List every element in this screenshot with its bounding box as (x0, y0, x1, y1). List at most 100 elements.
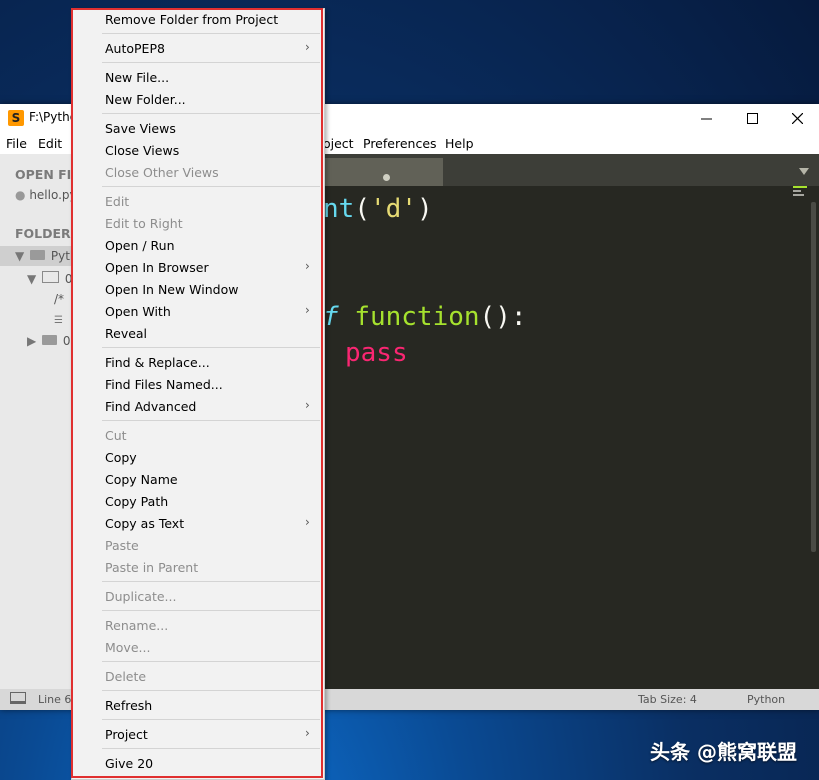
subfolder-item[interactable]: ▶ 0 (27, 334, 71, 348)
expand-triangle-icon: ▼ (27, 272, 37, 286)
subfolder-label: 0 (62, 334, 71, 348)
code-signature: (): (479, 302, 527, 332)
menu-file[interactable]: File (6, 136, 27, 151)
maximize-icon (747, 112, 758, 124)
code-paren: ) (416, 194, 433, 224)
menu-separator (102, 62, 320, 63)
console-toggle-icon[interactable] (10, 692, 26, 707)
minimize-icon (701, 118, 712, 119)
vertical-scrollbar[interactable] (811, 202, 816, 552)
minimap[interactable] (793, 186, 807, 198)
code-function-call: nt (323, 194, 355, 224)
code-keyword-pass: pass (345, 338, 408, 368)
unsaved-dot-icon (383, 174, 390, 181)
menu-item-copy-name[interactable]: Copy Name (105, 472, 178, 487)
file-item[interactable]: ☰ (54, 312, 63, 326)
submenu-chevron-icon: › (305, 40, 310, 54)
menu-separator (102, 661, 320, 662)
editor-tab[interactable] (323, 158, 443, 186)
subfolder-item[interactable]: ▼ 0 (27, 271, 73, 286)
menu-item-find-replace[interactable]: Find & Replace... (105, 355, 210, 370)
menu-item-close-other-views: Close Other Views (105, 165, 219, 180)
submenu-chevron-icon: › (305, 259, 310, 273)
menu-item-new-folder[interactable]: New Folder... (105, 92, 186, 107)
menu-item-move: Move... (105, 640, 151, 655)
menu-separator (102, 581, 320, 582)
menu-item-copy-path[interactable]: Copy Path (105, 494, 168, 509)
sublime-app-icon: S (8, 110, 24, 126)
menu-separator (102, 347, 320, 348)
menu-separator (102, 748, 320, 749)
code-line-1: nt('d') (323, 194, 433, 224)
file-label: /* (54, 292, 65, 306)
menu-help[interactable]: Help (445, 136, 474, 151)
code-line-3: pass (345, 338, 408, 368)
menu-item-cut: Cut (105, 428, 127, 443)
menu-item-new-file[interactable]: New File... (105, 70, 169, 85)
maximize-button[interactable] (730, 104, 775, 132)
menu-item-paste-in-parent: Paste in Parent (105, 560, 199, 575)
minimize-button[interactable] (684, 104, 729, 132)
open-file-label: hello.py (29, 188, 77, 202)
menu-preferences[interactable]: Preferences (363, 136, 437, 151)
root-folder-item[interactable]: ▼ Pyth (15, 249, 78, 263)
menu-item-copy-as-text[interactable]: Copy as Text (105, 516, 184, 531)
open-file-item[interactable]: ● hello.py (15, 188, 77, 202)
menu-item-reveal[interactable]: Reveal (105, 326, 147, 341)
menu-item-find-files-named[interactable]: Find Files Named... (105, 377, 223, 392)
menu-item-refresh[interactable]: Refresh (105, 698, 152, 713)
menu-item-save-views[interactable]: Save Views (105, 121, 176, 136)
expand-triangle-icon: ▼ (15, 249, 25, 263)
menu-item-find-advanced[interactable]: Find Advanced (105, 399, 196, 414)
syntax-selector[interactable]: Python (747, 693, 785, 706)
menu-item-open-in-new-window[interactable]: Open In New Window (105, 282, 238, 297)
tab-size-selector[interactable]: Tab Size: 4 (638, 693, 697, 706)
menu-separator (102, 186, 320, 187)
submenu-chevron-icon: › (305, 515, 310, 529)
menu-separator (102, 690, 320, 691)
close-button[interactable] (775, 104, 819, 132)
submenu-chevron-icon: › (305, 303, 310, 317)
folders-header: FOLDERS (15, 226, 80, 241)
close-icon (792, 112, 803, 124)
menu-separator (102, 113, 320, 114)
menu-item-close-views[interactable]: Close Views (105, 143, 179, 158)
menu-item-copy[interactable]: Copy (105, 450, 137, 465)
text-file-icon: ☰ (54, 315, 63, 326)
menu-item-open-run[interactable]: Open / Run (105, 238, 175, 253)
code-editor[interactable]: nt('d') f function(): pass (323, 154, 819, 689)
open-files-header: OPEN FIL (15, 167, 80, 182)
menu-separator (102, 719, 320, 720)
menu-item-duplicate: Duplicate... (105, 589, 177, 604)
file-item[interactable]: /* (54, 292, 64, 306)
menu-item-give[interactable]: Give 20 (105, 756, 153, 771)
context-menu: Remove Folder from Project AutoPEP8 › Ne… (71, 8, 325, 780)
code-paren: ( (354, 194, 370, 224)
tab-bar (323, 154, 819, 186)
menu-item-open-with[interactable]: Open With (105, 304, 171, 319)
menu-separator (102, 420, 320, 421)
folder-icon (42, 335, 58, 345)
menu-item-edit: Edit (105, 194, 130, 209)
menu-edit[interactable]: Edit (38, 136, 62, 151)
watermark-text: 头条 @熊窝联盟 (650, 740, 797, 764)
bullet-icon: ● (15, 188, 26, 202)
menu-separator (102, 33, 320, 34)
menu-item-open-in-browser[interactable]: Open In Browser (105, 260, 209, 275)
menu-project[interactable]: oject (323, 136, 354, 151)
menu-item-delete: Delete (105, 669, 147, 684)
menu-item-autopep8[interactable]: AutoPEP8 (105, 41, 165, 56)
menu-separator (102, 610, 320, 611)
folder-icon (30, 250, 46, 260)
collapse-triangle-icon: ▶ (27, 334, 37, 348)
menu-item-project[interactable]: Project (105, 727, 148, 742)
submenu-chevron-icon: › (305, 398, 310, 412)
menu-item-rename: Rename... (105, 618, 169, 633)
menu-item-edit-to-right: Edit to Right (105, 216, 183, 231)
menu-item-paste: Paste (105, 538, 139, 553)
cursor-position: Line 6, (38, 693, 75, 706)
submenu-chevron-icon: › (305, 726, 310, 740)
window-title: F:\Pytho (29, 110, 78, 124)
tab-dropdown-icon[interactable] (799, 168, 809, 175)
menu-item-remove-folder[interactable]: Remove Folder from Project (105, 12, 278, 27)
